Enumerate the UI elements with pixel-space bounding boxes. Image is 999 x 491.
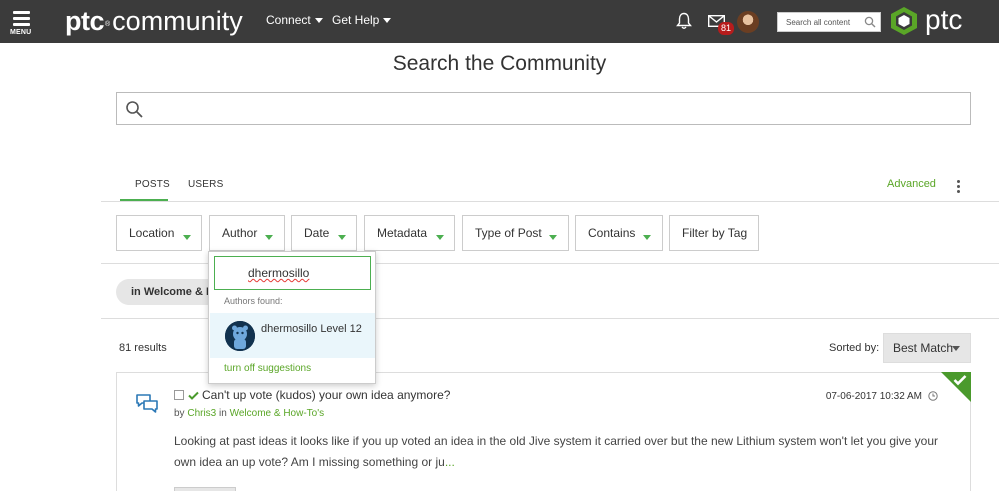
menu-button[interactable]: MENU [8, 7, 36, 39]
site-logo[interactable]: ptc®community [65, 5, 243, 37]
nav-connect[interactable]: Connect [266, 13, 323, 27]
author-suggestion-name: dhermosillo [261, 323, 318, 335]
filter-date-label: Date [304, 226, 330, 240]
clock-icon [928, 391, 938, 401]
chevron-down-icon [183, 235, 191, 240]
header-search-input[interactable] [778, 13, 864, 31]
chevron-down-icon [952, 346, 960, 351]
result-snippet-text: Looking at past ideas it looks like if y… [174, 434, 939, 469]
accepted-solution-check-icon [188, 391, 199, 400]
author-suggestion-item[interactable]: dhermosillo Level 12 [210, 313, 375, 358]
brand-community: community [112, 6, 243, 36]
hamburger-icon [13, 11, 30, 14]
chevron-down-icon [643, 235, 651, 240]
chevron-down-icon [265, 235, 273, 240]
brand-registered: ® [105, 21, 111, 28]
chevron-down-icon [549, 235, 557, 240]
filter-metadata[interactable]: Metadata [364, 215, 455, 251]
author-avatar [225, 321, 255, 351]
author-filter-dropdown: dhermosillo Authors found: dhermosillo L… [208, 251, 376, 384]
tab-posts[interactable]: POSTS [135, 179, 170, 190]
filter-author-label: Author [222, 226, 258, 240]
sorted-by-label: Sorted by: [829, 342, 880, 354]
result-snippet: Looking at past ideas it looks like if y… [174, 431, 954, 473]
filter-author[interactable]: Author [209, 215, 285, 251]
hamburger-icon-bar [13, 23, 30, 26]
result-meta: by Chris3 in Welcome & How-To's [174, 408, 324, 419]
kudos-button[interactable] [174, 487, 236, 491]
tab-users[interactable]: USERS [188, 179, 223, 190]
ptc-hexagon-logo-icon[interactable] [889, 6, 919, 36]
result-title-link[interactable]: Can't up vote (kudos) your own idea anym… [202, 388, 450, 402]
filter-location[interactable]: Location [116, 215, 202, 251]
in-label: in [219, 408, 227, 419]
filter-date[interactable]: Date [291, 215, 357, 251]
ptc-logo-wordmark[interactable]: ptc [925, 4, 962, 36]
filter-contains-label: Contains [588, 226, 636, 240]
sort-value: Best Match [893, 341, 954, 355]
hamburger-icon-bar [13, 17, 30, 20]
nav-get-help[interactable]: Get Help [332, 13, 392, 27]
community-search-input[interactable] [153, 93, 963, 124]
sort-dropdown[interactable]: Best Match [883, 333, 971, 363]
chevron-down-icon [338, 235, 346, 240]
inbox-count-badge: 81 [718, 22, 735, 35]
community-search-box [116, 92, 971, 125]
page-title: Search the Community [392, 52, 607, 75]
filter-metadata-label: Metadata [377, 226, 428, 240]
author-suggestion-level: Level 12 [320, 323, 362, 335]
more-options-icon[interactable] [955, 180, 961, 194]
filter-by-tag-label: Filter by Tag [682, 226, 748, 240]
author-suggestion-text: dhermosillo Level 12 [261, 323, 362, 335]
author-filter-input[interactable]: dhermosillo [214, 256, 371, 290]
read-more-ellipsis[interactable]: ... [445, 455, 455, 469]
user-avatar[interactable] [737, 11, 759, 33]
chevron-down-icon [383, 18, 392, 24]
menu-label: MENU [10, 29, 32, 36]
authors-found-label: Authors found: [224, 296, 283, 306]
header-search-box [777, 12, 881, 32]
nav-get-help-label: Get Help [332, 13, 380, 27]
divider [101, 201, 999, 202]
discussion-icon [136, 394, 158, 413]
chevron-down-icon [436, 235, 444, 240]
search-icon[interactable] [864, 16, 876, 28]
chevron-down-icon [314, 18, 323, 24]
result-select-checkbox[interactable] [174, 390, 184, 400]
result-date: 07-06-2017 10:32 AM [825, 391, 922, 402]
notifications-bell-icon[interactable] [676, 12, 692, 30]
turn-off-suggestions-link[interactable]: turn off suggestions [224, 363, 311, 374]
filter-type-of-post-label: Type of Post [475, 226, 542, 240]
author-filter-input-value: dhermosillo [248, 266, 310, 280]
nav-connect-label: Connect [266, 13, 311, 27]
filter-contains[interactable]: Contains [575, 215, 663, 251]
page: MENU ptc®community Connect Get Help 81 S… [0, 0, 999, 491]
advanced-search-link[interactable]: Advanced [887, 178, 936, 190]
brand-ptc: ptc [65, 6, 105, 36]
by-label: by [174, 408, 185, 419]
results-count: 81 results [119, 342, 167, 354]
filter-location-label: Location [129, 226, 175, 240]
board-link[interactable]: Welcome & How-To's [230, 408, 325, 419]
filter-by-tag[interactable]: Filter by Tag [669, 215, 759, 251]
author-link[interactable]: Chris3 [187, 408, 216, 419]
top-navbar: MENU ptc®community Connect Get Help 81 S… [0, 0, 999, 43]
search-icon[interactable] [125, 100, 143, 118]
filter-type-of-post[interactable]: Type of Post [462, 215, 569, 251]
solved-check-icon [953, 375, 967, 386]
result-card: Can't up vote (kudos) your own idea anym… [116, 372, 971, 491]
